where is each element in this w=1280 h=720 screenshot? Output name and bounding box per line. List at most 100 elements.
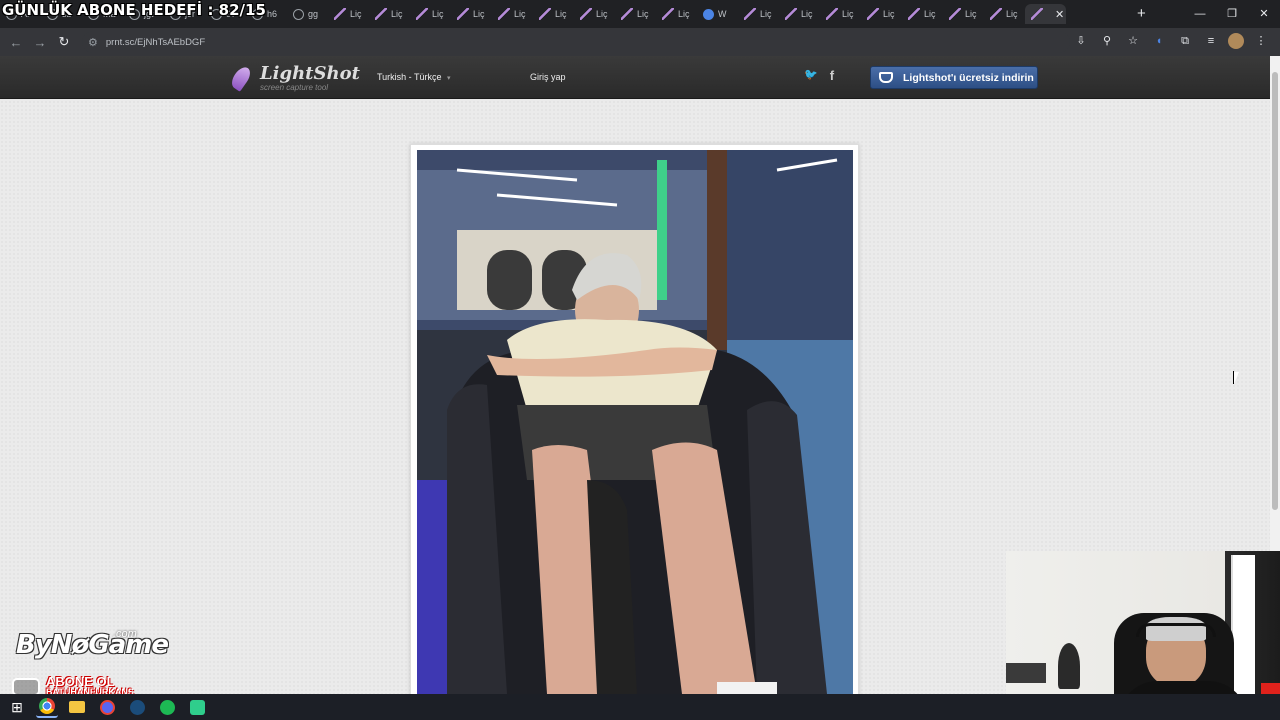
minimize-button[interactable]: —: [1184, 0, 1216, 28]
tab-label: Liç: [965, 9, 977, 19]
close-tab-icon[interactable]: ✕: [1055, 8, 1064, 21]
spotify-button[interactable]: [156, 696, 178, 718]
lightshot-feather-icon: [785, 8, 797, 20]
extension-icon[interactable]: ◖: [1150, 32, 1168, 50]
facebook-icon[interactable]: f: [830, 68, 834, 83]
tab-label: h6: [267, 9, 278, 19]
browser-tab[interactable]: Liç: [984, 4, 1025, 24]
close-window-button[interactable]: ✕: [1248, 0, 1280, 28]
site-info-icon[interactable]: ⚙: [88, 36, 98, 49]
profile-avatar[interactable]: [1228, 33, 1244, 49]
lightshot-feather-icon: [949, 8, 961, 20]
lightshot-feather-icon: [498, 8, 510, 20]
lightshot-feather-icon: [908, 8, 920, 20]
language-label: Turkish - Türkçe: [377, 72, 442, 82]
tab-label: Liç: [678, 9, 690, 19]
tab-label: W: [718, 9, 727, 19]
lightshot-feather-icon: [990, 8, 1002, 20]
file-explorer-button[interactable]: [66, 696, 88, 718]
download-button[interactable]: Lightshot'ı ücretsiz indirin: [870, 66, 1038, 89]
statue-figure: [1058, 643, 1080, 689]
lightshot-feather-icon: [580, 8, 592, 20]
spotify-icon: [159, 699, 175, 715]
login-link[interactable]: Giriş yap: [530, 72, 566, 82]
reload-button[interactable]: ↻: [52, 34, 76, 50]
forward-button[interactable]: →: [28, 35, 52, 50]
logo-subtitle: screen capture tool: [260, 82, 329, 92]
twitter-icon[interactable]: 🐦: [804, 68, 818, 83]
steam-button[interactable]: [126, 696, 148, 718]
discord-icon: [99, 699, 115, 715]
back-button[interactable]: ←: [4, 35, 28, 50]
browser-tab[interactable]: W: [697, 4, 738, 24]
subscribe-label: ABONE OL: [46, 674, 115, 689]
browser-tab[interactable]: Liç: [328, 4, 369, 24]
browser-tab[interactable]: Liç: [779, 4, 820, 24]
tab-label: Liç: [391, 9, 403, 19]
app-button[interactable]: [186, 696, 208, 718]
lightshot-feather-icon: [826, 8, 838, 20]
tab-label: Liç: [760, 9, 772, 19]
lightshot-feather-icon: [416, 8, 428, 20]
discord-button[interactable]: [96, 696, 118, 718]
browser-tab[interactable]: Liç: [656, 4, 697, 24]
browser-tab[interactable]: ✕: [1025, 4, 1066, 24]
mouse-cursor-icon: [1233, 371, 1239, 384]
lightshot-feather-icon: [867, 8, 879, 20]
tab-label: Liç: [924, 9, 936, 19]
bookmark-star-icon[interactable]: ☆: [1124, 32, 1142, 50]
screenshot-image[interactable]: [417, 150, 853, 694]
screenshot-photo: [417, 150, 853, 694]
watermark-domain: .com: [113, 628, 137, 640]
browser-tab[interactable]: Liç: [615, 4, 656, 24]
menu-dots-icon[interactable]: ⋮: [1252, 32, 1270, 50]
tab-label: Liç: [596, 9, 608, 19]
chrome-taskbar-button[interactable]: [36, 696, 58, 718]
browser-tab[interactable]: gg: [287, 4, 328, 24]
blue-circle-icon: [703, 8, 714, 20]
tab-label: Liç: [801, 9, 813, 19]
scrollbar-thumb[interactable]: [1272, 72, 1278, 510]
restore-button[interactable]: ❐: [1216, 0, 1248, 28]
download-icon: [879, 72, 893, 83]
browser-tab[interactable]: Liç: [410, 4, 451, 24]
chevron-down-icon: ▾: [447, 75, 451, 82]
lightshot-feather-icon: [662, 8, 674, 20]
browser-tab[interactable]: Liç: [451, 4, 492, 24]
extensions-puzzle-icon[interactable]: ⧉: [1176, 32, 1194, 50]
browser-tab[interactable]: Liç: [861, 4, 902, 24]
browser-tab[interactable]: Liç: [533, 4, 574, 24]
browser-tab[interactable]: Liç: [574, 4, 615, 24]
lightshot-logo[interactable]: LightShot screen capture tool: [230, 64, 360, 92]
tab-label: Liç: [432, 9, 444, 19]
browser-tab[interactable]: Liç: [943, 4, 984, 24]
download-button-label: Lightshot'ı ücretsiz indirin: [903, 71, 1034, 84]
language-selector[interactable]: Turkish - Türkçe ▾: [377, 72, 451, 82]
browser-tab[interactable]: Liç: [738, 4, 779, 24]
tab-label: Liç: [842, 9, 854, 19]
tab-label: Liç: [1006, 9, 1018, 19]
channel-watermark: ByNøGame: [16, 630, 169, 660]
zoom-icon[interactable]: ⚲: [1098, 32, 1116, 50]
media-control-icon[interactable]: ≡: [1202, 32, 1220, 50]
browser-tab[interactable]: Liç: [820, 4, 861, 24]
file-explorer-icon: [69, 701, 85, 713]
steam-icon: [129, 699, 145, 715]
browser-toolbar: ⇩ ⚲ ☆ ◖ ⧉ ≡ ⋮: [1072, 32, 1270, 50]
windows-start-icon[interactable]: ⊞: [6, 696, 28, 718]
lightshot-feather-icon: [334, 8, 346, 20]
new-tab-button[interactable]: +: [1137, 5, 1146, 22]
tab-label: Liç: [637, 9, 649, 19]
lightshot-feather-icon: [539, 8, 551, 20]
address-bar-row: ← → ↻ ⚙ prnt.sc/EjNhTsAEbDGF ⇩ ⚲ ☆ ◖ ⧉ ≡…: [0, 28, 1280, 56]
window-controls: — ❐ ✕: [1184, 0, 1280, 28]
browser-tab[interactable]: Liç: [902, 4, 943, 24]
install-app-icon[interactable]: ⇩: [1072, 32, 1090, 50]
browser-tab[interactable]: Liç: [369, 4, 410, 24]
url-field[interactable]: ⚙ prnt.sc/EjNhTsAEbDGF: [82, 31, 1070, 53]
globe-icon: [293, 8, 304, 20]
tab-label: gg: [308, 9, 319, 19]
browser-tab[interactable]: Liç: [492, 4, 533, 24]
lightshot-feather-icon: [457, 8, 469, 20]
lightshot-header: LightShot screen capture tool Turkish - …: [0, 56, 1270, 99]
